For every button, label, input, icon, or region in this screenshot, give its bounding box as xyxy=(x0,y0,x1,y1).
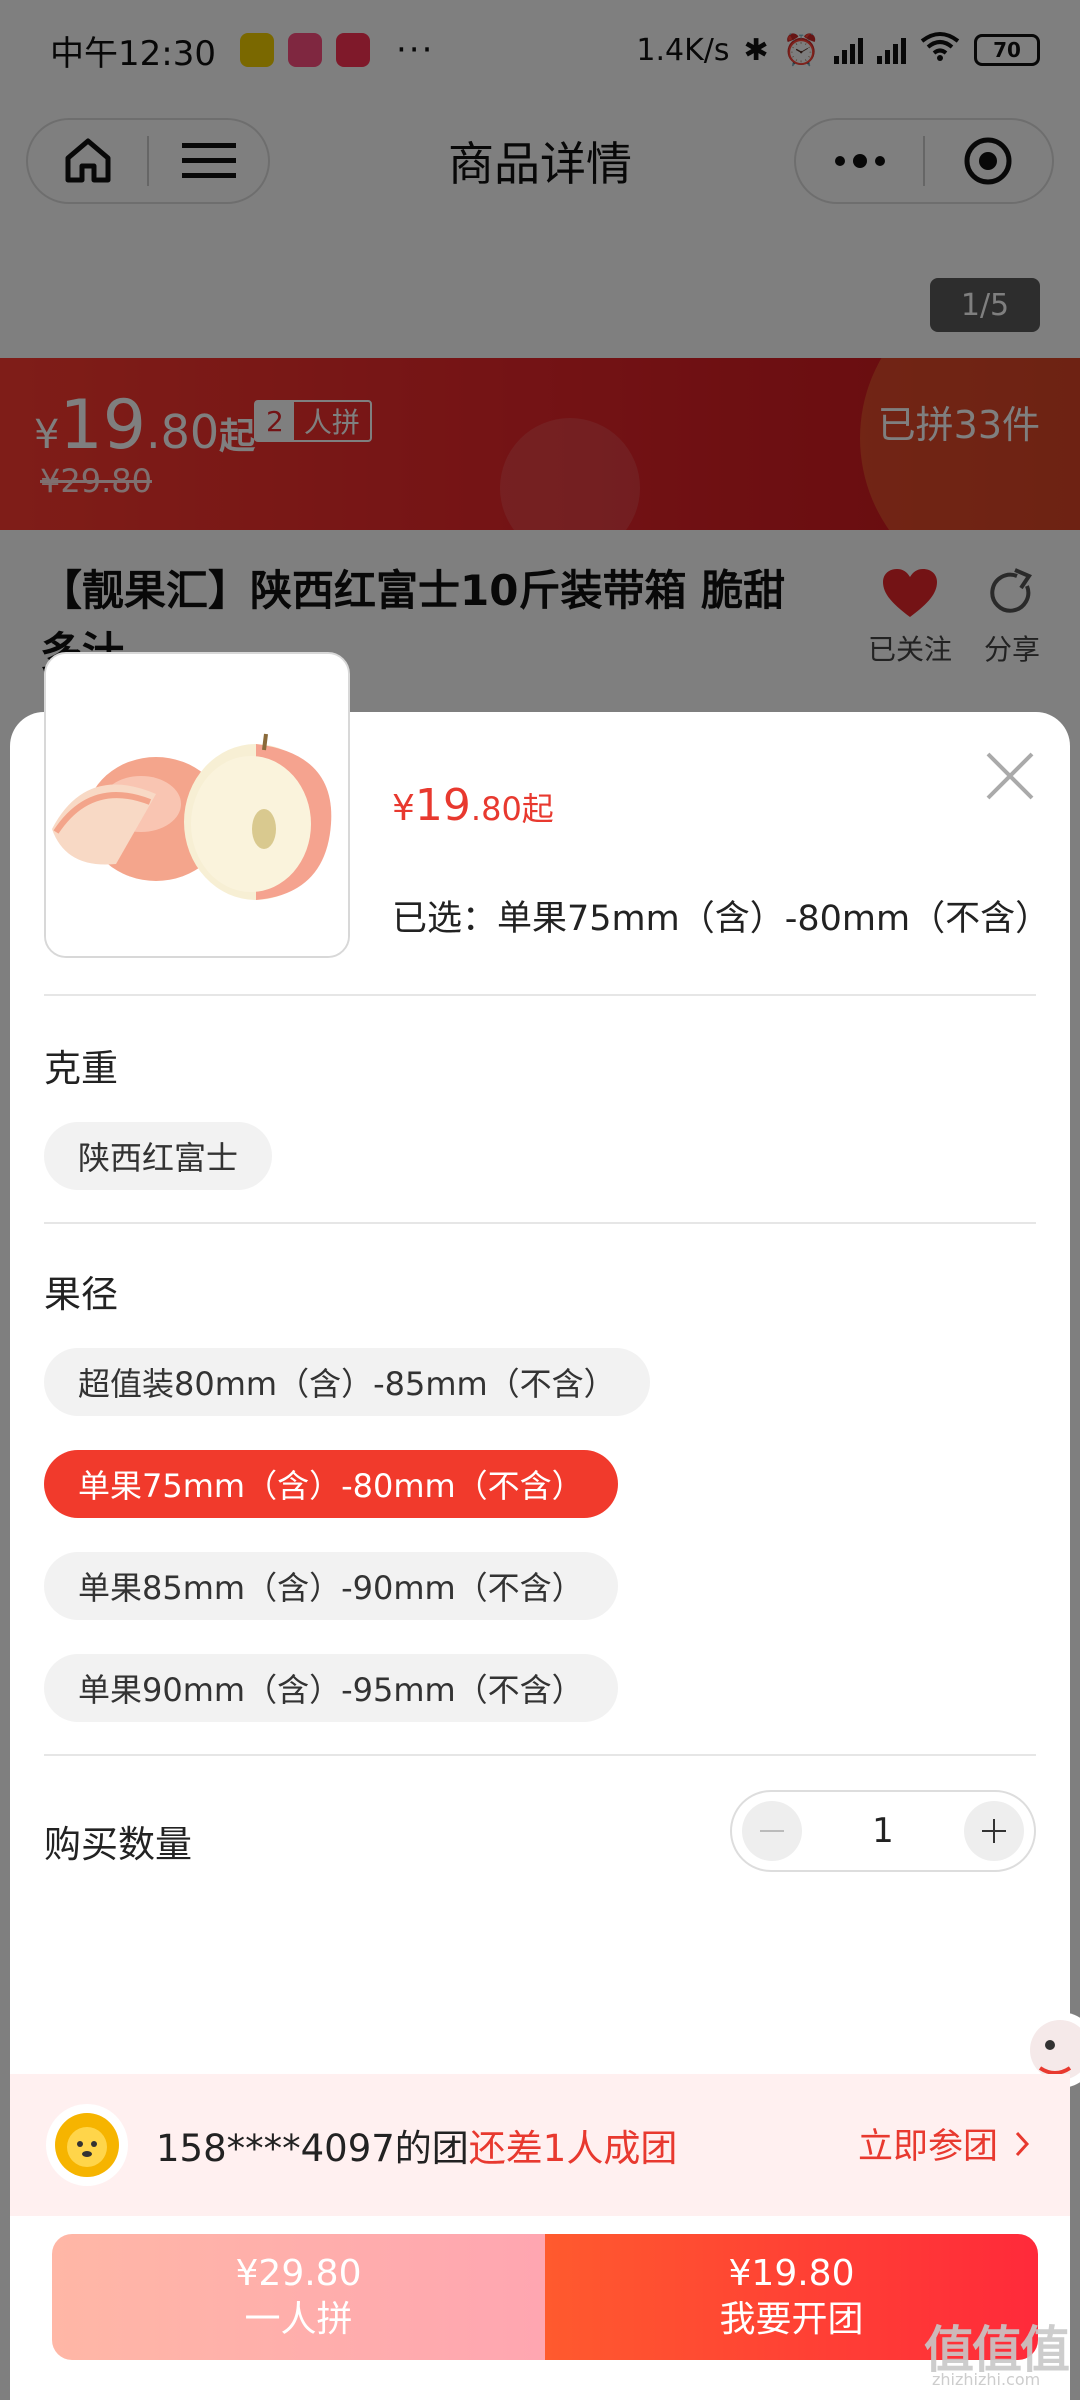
diameter-section-label: 果径 xyxy=(44,1273,118,1316)
group-label: 我要开团 xyxy=(719,2299,864,2340)
purchase-buttons: ¥29.80 一人拼 ¥19.80 我要开团 xyxy=(52,2234,1038,2360)
single-label: 一人拼 xyxy=(244,2299,353,2340)
single-buy-button[interactable]: ¥29.80 一人拼 xyxy=(52,2234,545,2360)
diameter-option[interactable]: 单果85mm（含）-90mm（不含） xyxy=(44,1552,618,1620)
divider xyxy=(44,1222,1036,1224)
divider xyxy=(44,1754,1036,1756)
weight-option[interactable]: 陕西红富士 xyxy=(44,1122,273,1190)
apple-image xyxy=(46,654,348,956)
sheet-price: ¥ 19 .80 起 xyxy=(392,780,554,831)
quantity-label: 购买数量 xyxy=(44,1823,192,1866)
quantity-stepper: 1 xyxy=(730,1790,1036,1872)
quantity-value[interactable]: 1 xyxy=(872,1811,894,1851)
close-icon xyxy=(986,752,1034,800)
divider xyxy=(44,994,1036,996)
single-price: ¥29.80 xyxy=(235,2253,362,2294)
group-need-text: 还差1人成团 xyxy=(468,2127,678,2170)
watermark-url: zhizhizhi.com xyxy=(932,2370,1041,2389)
diameter-option-selected[interactable]: 单果75mm（含）-80mm（不含） xyxy=(44,1450,618,1518)
join-group-label: 立即参团 xyxy=(857,2127,998,2167)
increase-button[interactable] xyxy=(963,1801,1024,1861)
decrease-button[interactable] xyxy=(742,1801,802,1861)
plus-icon xyxy=(981,1819,1006,1843)
join-group-link[interactable]: 立即参团 xyxy=(858,2118,1030,2169)
lion-avatar-icon xyxy=(55,2113,119,2177)
group-owner-text: 158****4097的团 xyxy=(156,2127,469,2170)
selected-spec-text: 已选：单果75mm（含）-80mm（不含） xyxy=(392,899,1051,939)
avatar xyxy=(46,2104,128,2186)
product-thumbnail xyxy=(44,652,350,958)
close-sheet-button[interactable] xyxy=(982,748,1038,804)
group-info-text: 158****4097的团还差1人成团 xyxy=(156,2118,677,2172)
weight-section-label: 克重 xyxy=(44,1047,118,1090)
minus-icon xyxy=(760,1830,784,1832)
group-price: ¥19.80 xyxy=(728,2253,855,2294)
diameter-option[interactable]: 超值装80mm（含）-85mm（不含） xyxy=(44,1348,650,1416)
diameter-option[interactable]: 单果90mm（含）-95mm（不含） xyxy=(44,1654,618,1722)
chevron-right-icon xyxy=(1015,2131,1030,2156)
group-join-bar: 158****4097的团还差1人成团 立即参团 xyxy=(10,2074,1070,2216)
